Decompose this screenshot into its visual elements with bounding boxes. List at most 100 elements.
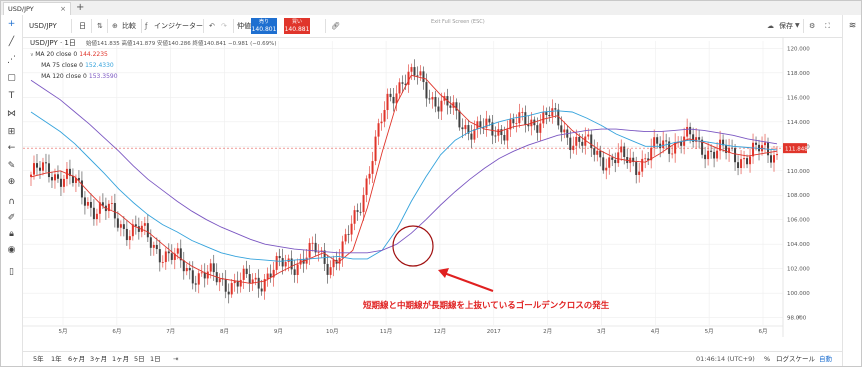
auto-scale-toggle[interactable]: 自動: [819, 352, 832, 366]
redo-icon[interactable]: ↷: [221, 15, 227, 37]
magnet-icon[interactable]: ∩: [6, 197, 17, 208]
ma-line-20: [30, 74, 778, 284]
pattern-icon[interactable]: ⋈: [6, 109, 17, 120]
y-tick-label: 118.000: [787, 71, 810, 77]
bid-button[interactable]: 売り 140.801: [251, 18, 277, 34]
compare-button[interactable]: 比較: [122, 15, 136, 37]
candle-body: [560, 125, 563, 133]
symbol-search[interactable]: USD/JPY: [29, 15, 57, 37]
lock-icon[interactable]: 🔒︎: [6, 229, 17, 240]
measure-icon[interactable]: ⊞: [6, 127, 17, 138]
candle-body: [734, 147, 737, 163]
gear-icon[interactable]: ⚙: [809, 15, 815, 37]
candle-body: [458, 110, 461, 128]
candle-body: [341, 241, 344, 258]
back-arrow-icon[interactable]: ←: [6, 143, 17, 154]
candle-body: [620, 146, 623, 153]
range-6m[interactable]: 6ヶ月: [68, 352, 85, 366]
candle-body: [278, 256, 281, 259]
range-5y[interactable]: 5年: [33, 352, 44, 366]
chart-legend: USD/JPY · 1日 始値141.835 高値141.879 安値140.2…: [30, 38, 276, 82]
candle-body: [578, 136, 581, 142]
zoom-icon[interactable]: ⊕: [6, 177, 17, 188]
tab-bar: USD/JPY × +: [1, 1, 861, 16]
range-1d[interactable]: 1日: [150, 352, 161, 366]
rectangle-icon[interactable]: ▢: [6, 73, 17, 84]
chevron-down-icon[interactable]: ▼: [795, 15, 800, 37]
legend-ma75[interactable]: MA 75 close 0 152.4330: [30, 60, 276, 71]
candle-body: [440, 100, 443, 112]
candle-body: [95, 213, 98, 220]
candle-body: [200, 272, 203, 274]
legend-ma120[interactable]: MA 120 close 0 153.3590: [30, 71, 276, 82]
ma-line-120: [30, 79, 778, 254]
pitchfork-icon[interactable]: ⋰: [6, 55, 17, 66]
brush-icon[interactable]: ✎: [6, 161, 17, 172]
candle-body: [86, 201, 89, 206]
candle-body: [434, 96, 437, 107]
candle-body: [602, 157, 605, 171]
range-1y[interactable]: 1年: [51, 352, 62, 366]
goto-date-icon[interactable]: ⇥: [173, 352, 178, 366]
candle-body: [503, 135, 506, 141]
cloud-icon[interactable]: ☁: [767, 15, 774, 37]
candle-body: [218, 278, 221, 283]
interval-button[interactable]: 日: [79, 15, 86, 37]
ask-button[interactable]: 買い 140.881: [284, 18, 310, 34]
range-3m[interactable]: 3ヶ月: [90, 352, 107, 366]
candle-body: [266, 273, 269, 280]
x-tick-label: 6月: [112, 328, 121, 335]
moving-average-lines: [30, 74, 778, 284]
candle-body: [380, 121, 383, 124]
candle-body: [185, 267, 188, 272]
candle-body: [563, 129, 566, 133]
candle-body: [686, 126, 689, 137]
text-icon[interactable]: T: [6, 91, 17, 102]
legend-ma20[interactable]: ∨ MA 20 close 0 144.2235: [30, 49, 276, 60]
candle-body: [353, 210, 356, 224]
compare-icon[interactable]: ⊕: [112, 15, 118, 37]
trash-icon[interactable]: ▯: [6, 267, 17, 278]
candle-body: [743, 158, 746, 160]
layers-icon[interactable]: ≋: [847, 21, 858, 32]
clock[interactable]: 01:46:14 (UTC+9): [696, 352, 755, 366]
candle-body: [536, 125, 539, 133]
tab-usdjpy[interactable]: USD/JPY ×: [3, 2, 71, 15]
candle-body: [464, 125, 467, 130]
indicators-button[interactable]: インジケーター: [154, 15, 203, 37]
add-tab-button[interactable]: +: [76, 1, 84, 14]
close-icon[interactable]: ×: [60, 3, 66, 15]
candle-body: [431, 96, 434, 100]
candle-body: [641, 158, 644, 172]
eye-icon[interactable]: ◉: [6, 245, 17, 256]
y-tick-label: 120.000: [787, 46, 810, 52]
candle-body: [488, 118, 491, 123]
x-tick-label: 4月: [651, 328, 660, 335]
indicators-icon[interactable]: ƒ: [145, 15, 147, 37]
range-5d[interactable]: 5日: [134, 352, 145, 366]
fullscreen-icon[interactable]: ⛶: [825, 15, 830, 37]
candle-body: [515, 123, 518, 124]
candle-body: [770, 155, 773, 163]
candle-body: [71, 175, 74, 183]
candle-body: [44, 162, 47, 164]
lock-drawing-icon[interactable]: ✐: [6, 213, 17, 224]
candle-body: [461, 127, 464, 130]
candle-style-icon[interactable]: ⇅: [97, 15, 103, 37]
crosshair-icon[interactable]: +: [6, 19, 17, 30]
price-type-label[interactable]: 仲値: [237, 15, 251, 37]
trendline-icon[interactable]: ╱: [6, 37, 17, 48]
drawing-toolbar: + ╱ ⋰ ▢ T ⋈ ⊞ ← ✎ ⊕ ∩ ✐ 🔒︎ ◉ ▯: [1, 15, 23, 366]
x-tick-label: 7月: [166, 328, 175, 335]
undo-icon[interactable]: ↶: [209, 15, 215, 37]
range-1m[interactable]: 1ヶ月: [112, 352, 129, 366]
save-button[interactable]: 保存: [779, 15, 793, 37]
percent-toggle[interactable]: %: [764, 352, 770, 366]
x-tick-label: 6月: [759, 328, 768, 335]
candle-body: [80, 180, 83, 198]
link-icon[interactable]: 🔗︎: [331, 15, 340, 37]
candle-body: [680, 141, 683, 146]
ma20-value: 144.2235: [79, 51, 108, 58]
candle-body: [305, 257, 308, 264]
log-scale-toggle[interactable]: ログスケール: [776, 352, 815, 366]
